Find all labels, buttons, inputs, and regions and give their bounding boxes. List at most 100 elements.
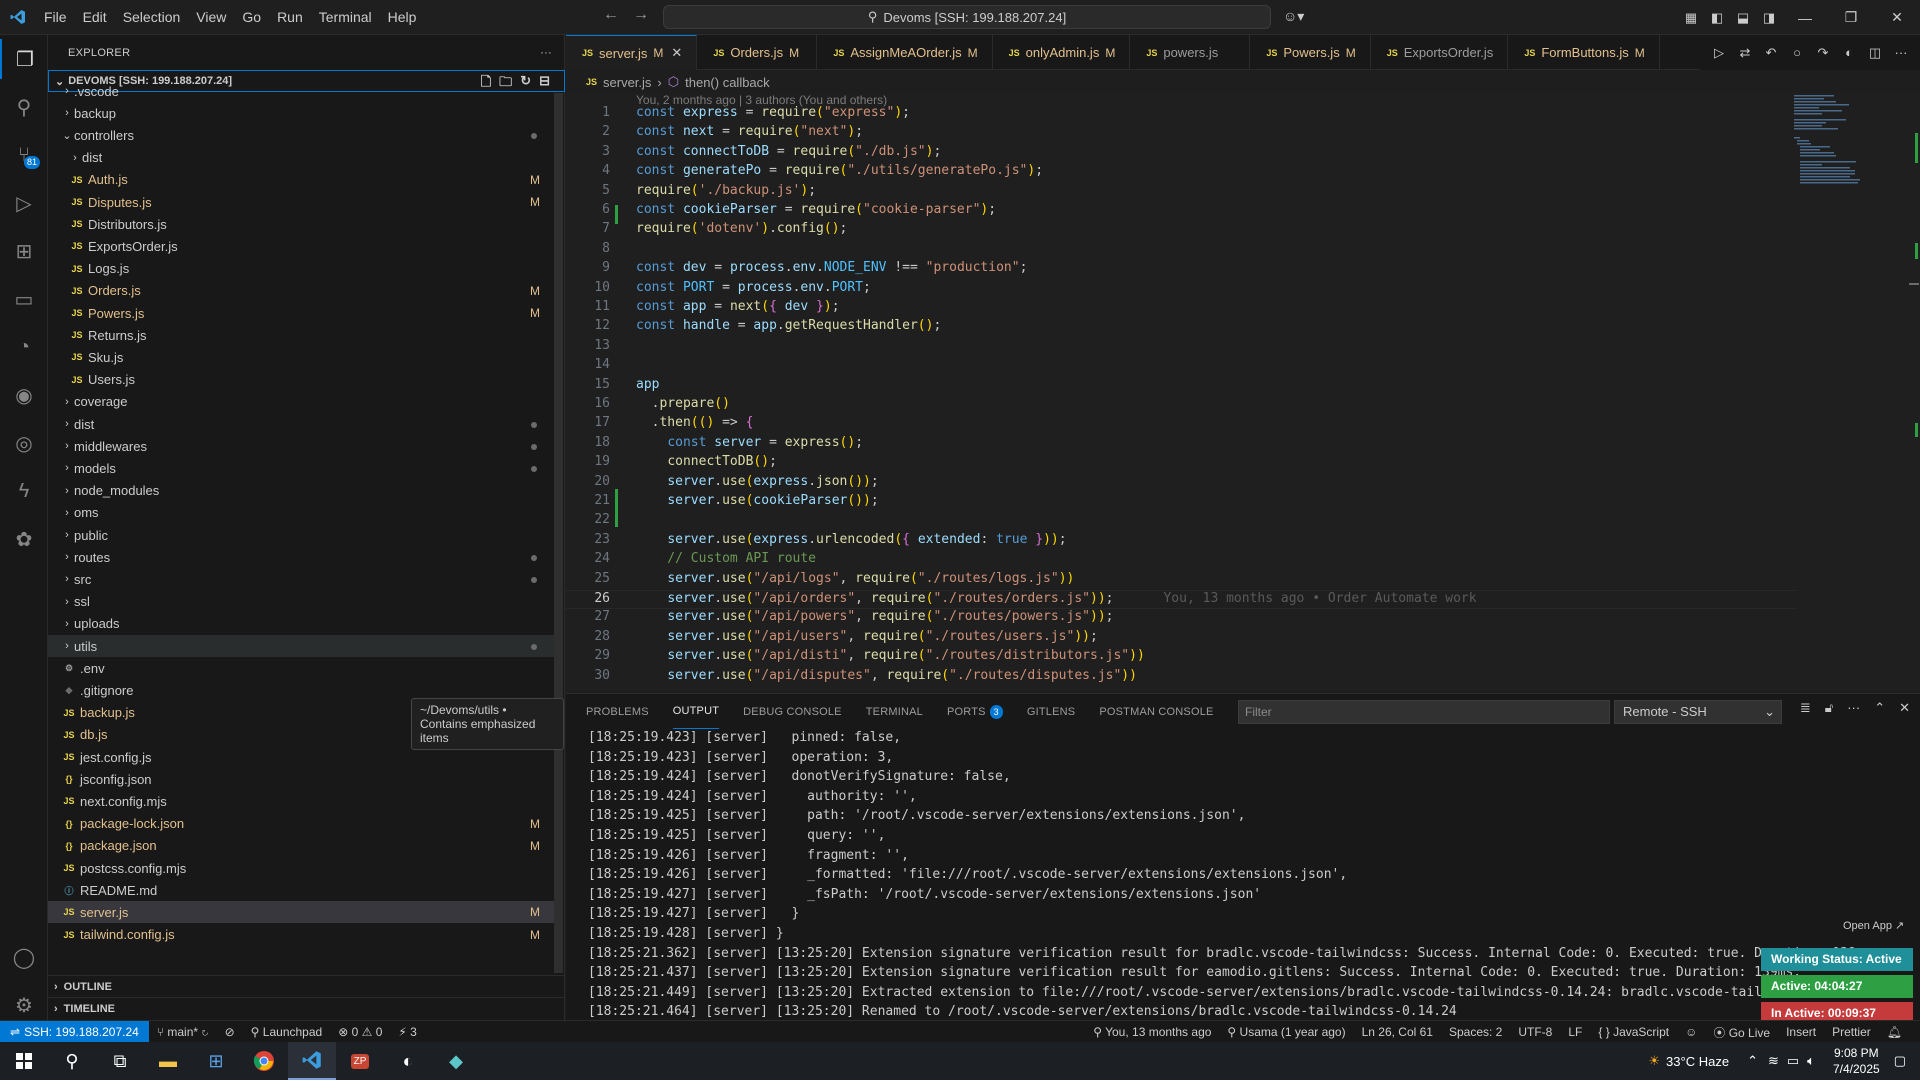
encoding[interactable]: UTF-8: [1518, 1025, 1552, 1039]
editor-tab[interactable]: JS ExportsOrder.js: [1371, 35, 1509, 70]
weather-label[interactable]: 33°C Haze: [1666, 1054, 1729, 1069]
code-line[interactable]: 6 const cookieParser = require("cookie-pa…: [566, 202, 1796, 221]
task-view-icon[interactable]: ⧉: [96, 1042, 144, 1080]
tree-file[interactable]: {} package.json M: [48, 835, 554, 857]
tree-folder[interactable]: › oms: [48, 502, 554, 524]
tree-folder[interactable]: › uploads: [48, 613, 554, 635]
volume-icon[interactable]: 🔈︎: [1807, 1053, 1815, 1069]
previous-change-icon[interactable]: ○: [1785, 41, 1809, 65]
code-line[interactable]: 23 server.use(express.urlencoded({ exten…: [566, 532, 1796, 551]
code-line[interactable]: 9 const dev = process.env.NODE_ENV !== "p…: [566, 260, 1796, 279]
editor-tab[interactable]: JS onlyAdmin.js M: [993, 35, 1131, 70]
tree-file[interactable]: {} jsconfig.json: [48, 768, 554, 790]
code-line[interactable]: 16 .prepare(): [566, 396, 1796, 415]
code-line[interactable]: 2 const next = require("next");: [566, 124, 1796, 143]
tree-folder[interactable]: › routes: [48, 546, 554, 568]
close-window-button[interactable]: ✕: [1874, 0, 1920, 35]
clock[interactable]: 9:08 PM 7/4/2025: [1833, 1045, 1880, 1077]
code-line[interactable]: 15 app: [566, 377, 1796, 396]
lock-scroll-icon[interactable]: 🔓︎: [1825, 700, 1833, 716]
code-line[interactable]: 18 const server = express();: [566, 435, 1796, 454]
close-panel-icon[interactable]: ✕: [1899, 700, 1910, 716]
cursor-position[interactable]: Ln 26, Col 61: [1362, 1025, 1433, 1039]
menu-terminal[interactable]: Terminal: [311, 0, 380, 35]
branch-indicator[interactable]: ⑂ main* ↻: [157, 1025, 209, 1039]
copilot-icon[interactable]: ☺▾: [1283, 8, 1304, 25]
tree-file[interactable]: JS Powers.js M: [48, 302, 554, 324]
minimize-button[interactable]: —: [1782, 0, 1828, 35]
output-filter-input[interactable]: Filter: [1238, 700, 1610, 724]
remote-explorer-icon[interactable]: ▭: [0, 279, 48, 319]
code-line[interactable]: 11 const app = next({ dev });: [566, 299, 1796, 318]
editor-tab[interactable]: JS Orders.js M: [697, 35, 818, 70]
code-line[interactable]: 26 server.use("/api/orders", require("./…: [566, 590, 1796, 609]
restore-button[interactable]: ❐: [1828, 0, 1874, 35]
chevron-up-icon[interactable]: ⌃: [1747, 1053, 1758, 1069]
blame-indicator[interactable]: ⚲ You, 13 months ago: [1093, 1025, 1211, 1039]
tree-file[interactable]: JS Distributors.js: [48, 213, 554, 235]
code-line[interactable]: 22: [566, 512, 1796, 531]
tree-file[interactable]: JS Sku.js: [48, 346, 554, 368]
forward-arrow-icon[interactable]: →: [633, 6, 649, 24]
tree-file[interactable]: JS ExportsOrder.js: [48, 235, 554, 257]
command-center-search[interactable]: ⚲ Devoms [SSH: 199.188.207.24]: [663, 5, 1271, 29]
panel-tab-ports[interactable]: PORTS 3: [947, 694, 1003, 729]
back-arrow-icon[interactable]: ←: [603, 6, 619, 24]
code-line[interactable]: 29 server.use("/api/disti", require("./r…: [566, 648, 1796, 667]
git-change-bar[interactable]: [615, 205, 618, 224]
next-change-icon[interactable]: ↷: [1811, 41, 1835, 65]
wifi-icon[interactable]: ≋: [1768, 1053, 1779, 1069]
toggle-secondary-sidebar-icon[interactable]: ◨: [1757, 6, 1781, 30]
code-editor[interactable]: You, 2 months ago | 3 authors (You and o…: [566, 93, 1920, 693]
menu-view[interactable]: View: [188, 0, 234, 35]
tree-file[interactable]: JS Auth.js M: [48, 169, 554, 191]
editor-tab[interactable]: JS powers.js: [1130, 35, 1251, 70]
more-actions-icon[interactable]: ···: [1889, 41, 1913, 65]
code-line[interactable]: 21 server.use(cookieParser());: [566, 493, 1796, 512]
explorer-scrollbar[interactable]: [554, 93, 563, 973]
run-icon[interactable]: ▷: [1707, 41, 1731, 65]
breadcrumb-file[interactable]: server.js: [603, 75, 651, 90]
outline-section[interactable]: › OUTLINE: [48, 975, 565, 997]
code-line[interactable]: 17 .then(() => {: [566, 415, 1796, 434]
chrome-icon[interactable]: [240, 1042, 288, 1080]
tree-file[interactable]: ⚙ .env: [48, 657, 554, 679]
split-editor-icon[interactable]: ◫: [1863, 41, 1887, 65]
more-actions-icon[interactable]: ···: [540, 47, 552, 59]
explorer-icon[interactable]: ❐: [0, 39, 48, 79]
eol[interactable]: LF: [1568, 1025, 1582, 1039]
code-line[interactable]: 3 const connectToDB = require("./db.js");: [566, 144, 1796, 163]
customize-layout-icon[interactable]: ▦: [1679, 6, 1703, 30]
tree-folder[interactable]: › dist: [48, 413, 554, 435]
tree-folder[interactable]: › backup: [48, 102, 554, 124]
tree-folder[interactable]: › coverage: [48, 391, 554, 413]
timeline-section[interactable]: › TIMELINE: [48, 997, 565, 1019]
indentation[interactable]: Spaces: 2: [1449, 1025, 1502, 1039]
copilot-status-icon[interactable]: ☺: [1685, 1025, 1697, 1039]
store-icon[interactable]: ⊞: [192, 1042, 240, 1080]
clear-output-icon[interactable]: ≣: [1800, 700, 1811, 716]
search-icon[interactable]: ⚲: [0, 87, 48, 127]
revert-icon[interactable]: ↶: [1759, 41, 1783, 65]
tree-folder[interactable]: › utils: [48, 635, 554, 657]
tree-folder[interactable]: ⌄ controllers: [48, 124, 554, 146]
extensions-icon[interactable]: ⊞: [0, 231, 48, 271]
gitlens-icon[interactable]: ◔: [0, 327, 48, 367]
tree-file[interactable]: JS tailwind.config.js M: [48, 924, 554, 946]
python-icon[interactable]: ✿: [0, 519, 48, 559]
tree-folder[interactable]: › dist: [48, 147, 554, 169]
network-icon[interactable]: ▭: [1787, 1053, 1799, 1069]
code-line[interactable]: 20 server.use(express.json());: [566, 474, 1796, 493]
problems-indicator[interactable]: ⊗ 0 ⚠ 0: [338, 1025, 382, 1039]
language-mode[interactable]: { } JavaScript: [1598, 1025, 1669, 1039]
insert-mode[interactable]: Insert: [1786, 1025, 1816, 1039]
windows-start-icon[interactable]: [0, 1042, 48, 1080]
prettier[interactable]: Prettier: [1832, 1025, 1871, 1039]
code-line[interactable]: 30 server.use("/api/disputes", require("…: [566, 668, 1796, 687]
output-channel-select[interactable]: Remote - SSH ⌄: [1614, 700, 1782, 724]
compare-changes-icon[interactable]: ⇄: [1733, 41, 1757, 65]
panel-tab-output[interactable]: OUTPUT: [672, 694, 720, 729]
maximize-panel-icon[interactable]: ⌃: [1874, 700, 1885, 716]
tree-folder[interactable]: › public: [48, 524, 554, 546]
panel-tab-postman-console[interactable]: POSTMAN CONSOLE: [1099, 694, 1213, 729]
